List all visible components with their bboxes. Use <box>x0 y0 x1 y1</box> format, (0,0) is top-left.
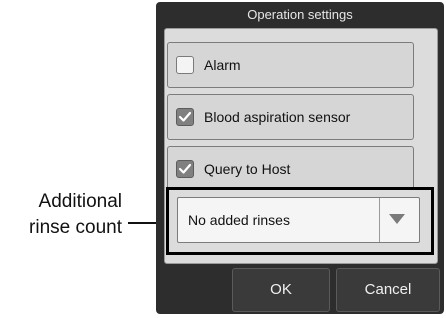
dropdown-arrow-icon[interactable] <box>388 213 406 225</box>
alarm-checkbox-item[interactable]: Alarm <box>167 42 414 88</box>
rinse-count-dropdown[interactable]: No added rinses <box>177 197 420 243</box>
dropdown-divider <box>379 198 380 242</box>
cancel-button[interactable]: Cancel <box>336 268 440 312</box>
unchecked-box-icon[interactable] <box>176 56 194 74</box>
callout-label: Additional rinse count <box>2 189 122 241</box>
alarm-label: Alarm <box>204 57 241 73</box>
callout-line-2: rinse count <box>29 217 122 238</box>
checkmark-icon[interactable] <box>176 160 194 178</box>
rinse-count-value: No added rinses <box>188 212 290 228</box>
dialog-title: Operation settings <box>247 7 353 22</box>
blood-aspiration-sensor-checkbox-item[interactable]: Blood aspiration sensor <box>167 94 414 140</box>
query-to-host-checkbox-item[interactable]: Query to Host <box>167 146 414 192</box>
blood-aspiration-sensor-label: Blood aspiration sensor <box>204 109 351 125</box>
callout-line-1: Additional <box>38 191 122 212</box>
ok-button[interactable]: OK <box>232 268 330 312</box>
checkmark-icon[interactable] <box>176 108 194 126</box>
query-to-host-label: Query to Host <box>204 161 291 177</box>
